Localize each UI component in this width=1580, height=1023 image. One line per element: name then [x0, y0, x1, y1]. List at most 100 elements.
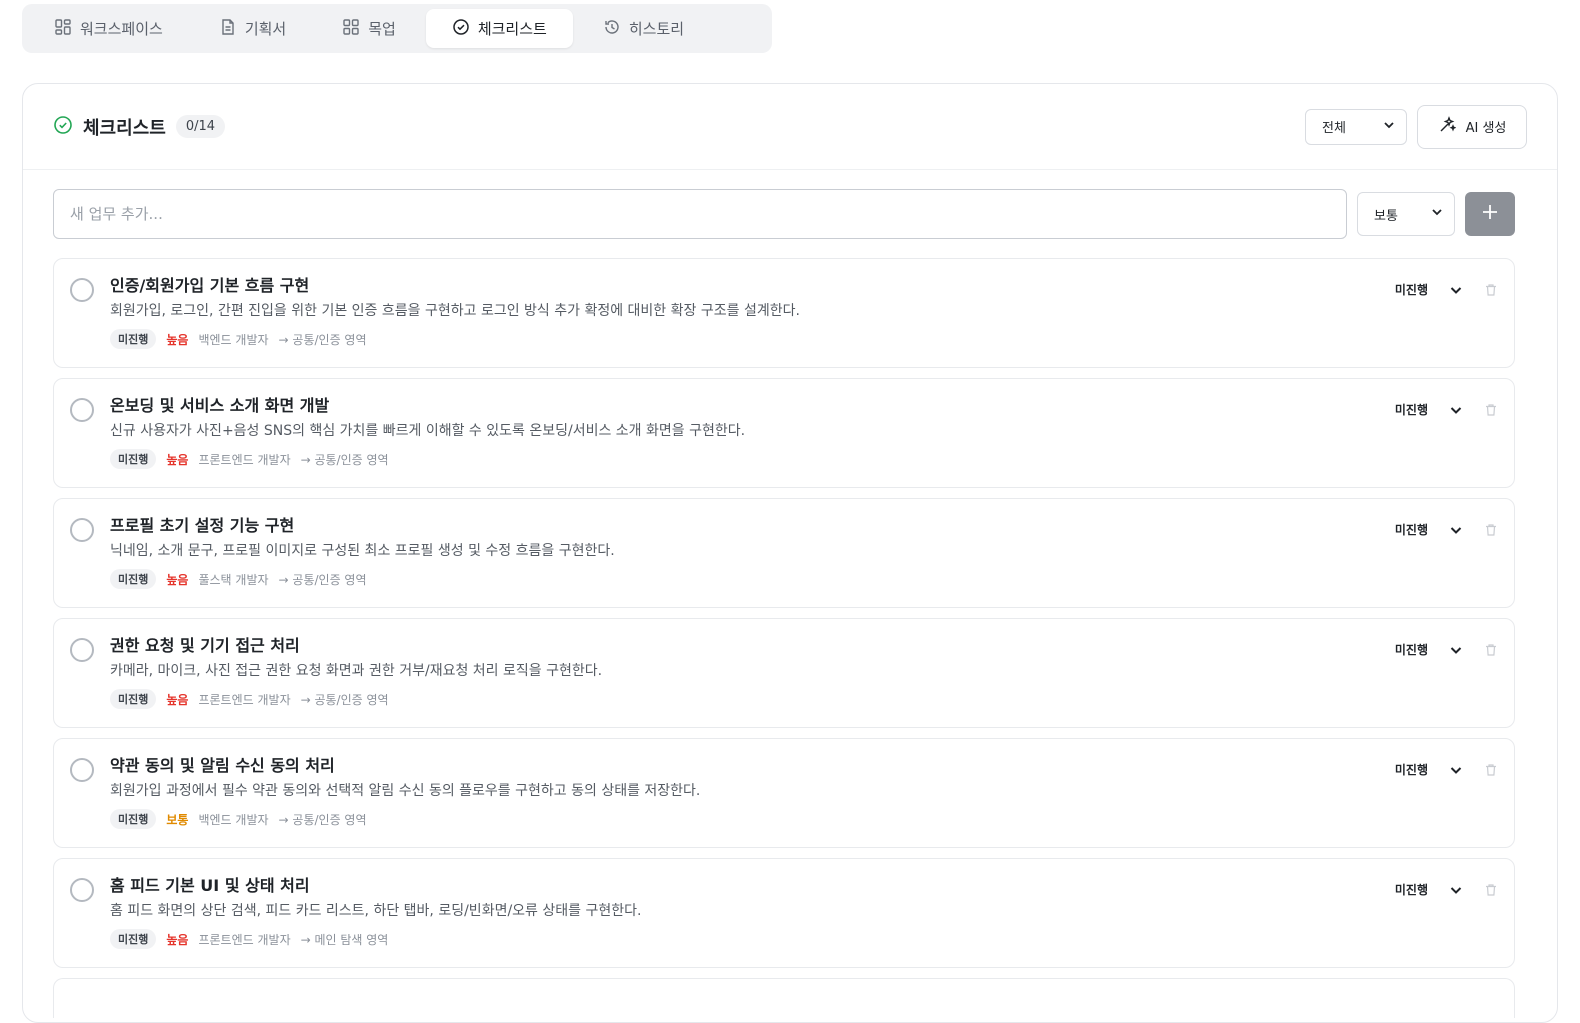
add-task-button[interactable]	[1465, 192, 1515, 236]
status-badge: 미진행	[110, 449, 157, 469]
role-label: 풀스택 개발자	[198, 572, 269, 587]
task-description: 신규 사용자가 사진+음성 SNS의 핵심 가치를 빠르게 이해할 수 있도록 …	[110, 423, 746, 439]
task-description: 회원가입, 로그인, 간편 진입을 위한 기본 인증 흐름을 구현하고 로그인 …	[110, 303, 800, 319]
task-status-dropdown[interactable]: 미진행	[1395, 641, 1428, 658]
checklist-title: 체크리스트	[83, 117, 166, 139]
history-icon	[603, 18, 621, 40]
task-title: 약관 동의 및 알림 수신 동의 처리	[110, 756, 335, 775]
grid-icon	[342, 18, 360, 40]
tab-label: 기획서	[244, 20, 287, 38]
trash-icon[interactable]	[1484, 403, 1498, 417]
task-title: 프로필 초기 설정 기능 구현	[110, 516, 295, 535]
chevron-down-icon[interactable]	[1448, 402, 1464, 418]
task-description: 홈 피드 화면의 상단 검색, 피드 카드 리스트, 하단 탭바, 로딩/빈화면…	[110, 903, 642, 919]
tab-label: 히스토리	[628, 20, 685, 38]
priority-label: 보통	[166, 812, 189, 827]
priority-label: 높음	[166, 572, 189, 587]
task-title: 권한 요청 및 기기 접근 처리	[110, 636, 300, 655]
progress-count-badge: 0/14	[175, 115, 226, 138]
task-status-dropdown[interactable]: 미진행	[1395, 521, 1428, 538]
priority-label: 높음	[166, 692, 189, 707]
role-label: 백엔드 개발자	[198, 332, 269, 347]
area-label: → 공통/인증 영역	[300, 452, 389, 467]
tab-label: 체크리스트	[477, 20, 547, 38]
role-label: 백엔드 개발자	[198, 812, 269, 827]
check-circle-icon	[53, 115, 73, 139]
status-badge: 미진행	[110, 809, 157, 829]
trash-icon[interactable]	[1484, 283, 1498, 297]
area-label: → 공통/인증 영역	[300, 692, 389, 707]
area-label: → 공통/인증 영역	[278, 332, 367, 347]
task-list: 인증/회원가입 기본 흐름 구현 회원가입, 로그인, 간편 진입을 위한 기본…	[53, 258, 1515, 968]
task-title: 인증/회원가입 기본 흐름 구현	[110, 276, 310, 295]
filter-select[interactable]: 전체	[1305, 108, 1407, 145]
chevron-down-icon[interactable]	[1448, 642, 1464, 658]
task-item: 인증/회원가입 기본 흐름 구현 회원가입, 로그인, 간편 진입을 위한 기본…	[53, 258, 1515, 368]
trash-icon[interactable]	[1484, 643, 1498, 657]
area-label: → 공통/인증 영역	[278, 812, 367, 827]
tab-mockup[interactable]: 목업	[316, 9, 422, 48]
trash-icon[interactable]	[1484, 763, 1498, 777]
task-title: 온보딩 및 서비스 소개 화면 개발	[110, 396, 330, 415]
tab-label: 목업	[368, 20, 396, 38]
priority-select-value: 보통	[1374, 208, 1398, 224]
priority-label: 높음	[166, 932, 189, 947]
priority-label: 높음	[166, 332, 189, 347]
status-badge: 미진행	[110, 929, 157, 949]
chevron-down-icon	[1382, 118, 1396, 136]
task-item: 온보딩 및 서비스 소개 화면 개발 신규 사용자가 사진+음성 SNS의 핵심…	[53, 378, 1515, 488]
task-item: 홈 피드 기본 UI 및 상태 처리 홈 피드 화면의 상단 검색, 피드 카드…	[53, 858, 1515, 968]
role-label: 프론트엔드 개발자	[198, 932, 291, 947]
add-task-row: 보통	[53, 189, 1515, 239]
ai-generate-button[interactable]: AI 생성	[1417, 104, 1527, 149]
tab-label: 워크스페이스	[80, 20, 163, 38]
status-badge: 미진행	[110, 569, 157, 589]
task-description: 회원가입 과정에서 필수 약관 동의와 선택적 알림 수신 동의 플로우를 구현…	[110, 783, 701, 799]
area-label: → 메인 탐색 영역	[300, 932, 389, 947]
checklist-panel: 체크리스트 0/14 전체 AI 생성 보통	[22, 83, 1558, 1023]
task-item-partial	[53, 978, 1515, 1018]
tab-plan[interactable]: 기획서	[193, 9, 312, 48]
document-icon	[219, 18, 237, 40]
task-item: 프로필 초기 설정 기능 구현 닉네임, 소개 문구, 프로필 이미지로 구성된…	[53, 498, 1515, 608]
task-checkbox[interactable]	[70, 518, 94, 542]
layout-grid-icon	[54, 18, 72, 40]
task-description: 닉네임, 소개 문구, 프로필 이미지로 구성된 최소 프로필 생성 및 수정 …	[110, 543, 615, 559]
priority-label: 높음	[166, 452, 189, 467]
chevron-down-icon[interactable]	[1448, 282, 1464, 298]
task-checkbox[interactable]	[70, 398, 94, 422]
task-status-dropdown[interactable]: 미진행	[1395, 401, 1428, 418]
tab-workspace[interactable]: 워크스페이스	[28, 9, 189, 48]
task-status-dropdown[interactable]: 미진행	[1395, 761, 1428, 778]
chevron-down-icon[interactable]	[1448, 762, 1464, 778]
task-description: 카메라, 마이크, 사진 접근 권한 요청 화면과 권한 거부/재요청 처리 로…	[110, 663, 603, 679]
tab-checklist[interactable]: 체크리스트	[425, 9, 573, 48]
role-label: 프론트엔드 개발자	[198, 452, 291, 467]
chevron-down-icon	[1430, 205, 1444, 223]
task-title: 홈 피드 기본 UI 및 상태 처리	[110, 876, 310, 895]
status-badge: 미진행	[110, 329, 157, 349]
check-circle-icon	[452, 18, 470, 40]
chevron-down-icon[interactable]	[1448, 882, 1464, 898]
sparkles-icon	[1438, 115, 1457, 138]
task-checkbox[interactable]	[70, 278, 94, 302]
task-status-dropdown[interactable]: 미진행	[1395, 281, 1428, 298]
priority-select[interactable]: 보통	[1357, 192, 1455, 236]
plus-icon	[1481, 203, 1499, 225]
task-status-dropdown[interactable]: 미진행	[1395, 881, 1428, 898]
new-task-input[interactable]	[53, 189, 1347, 239]
task-checkbox[interactable]	[70, 638, 94, 662]
filter-select-value: 전체	[1322, 121, 1346, 136]
trash-icon[interactable]	[1484, 883, 1498, 897]
tab-history[interactable]: 히스토리	[577, 9, 710, 48]
task-item: 권한 요청 및 기기 접근 처리 카메라, 마이크, 사진 접근 권한 요청 화…	[53, 618, 1515, 728]
area-label: → 공통/인증 영역	[278, 572, 367, 587]
trash-icon[interactable]	[1484, 523, 1498, 537]
top-tab-bar: 워크스페이스 기획서 목업 체크리스트 히스토리	[22, 4, 772, 53]
ai-generate-label: AI 생성	[1465, 121, 1507, 136]
task-checkbox[interactable]	[70, 878, 94, 902]
status-badge: 미진행	[110, 689, 157, 709]
task-item: 약관 동의 및 알림 수신 동의 처리 회원가입 과정에서 필수 약관 동의와 …	[53, 738, 1515, 848]
task-checkbox[interactable]	[70, 758, 94, 782]
chevron-down-icon[interactable]	[1448, 522, 1464, 538]
